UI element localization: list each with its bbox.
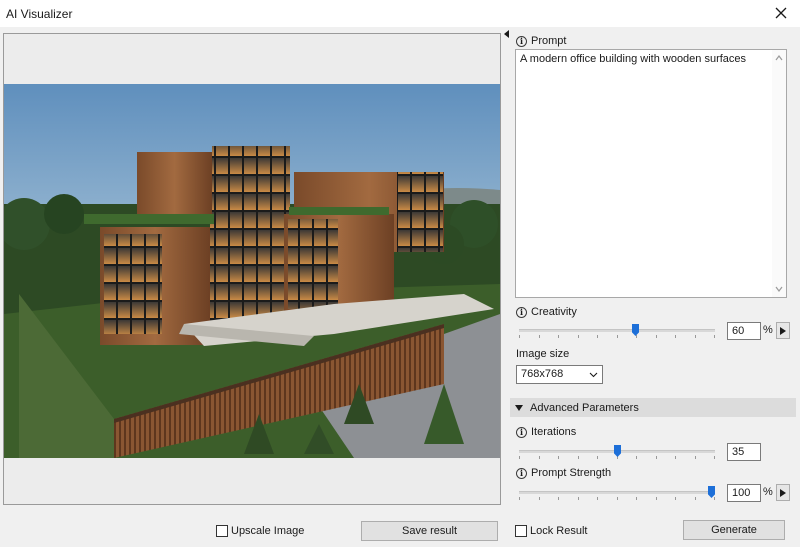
- upscale-image-label: Upscale Image: [231, 525, 305, 537]
- slider-tick: [617, 335, 618, 338]
- slider-tick: [539, 335, 540, 338]
- play-right-icon: [780, 488, 786, 497]
- slider-tick: [695, 497, 696, 500]
- rendered-image: [4, 84, 500, 458]
- slider-tick: [695, 456, 696, 459]
- iterations-label-row: i Iterations: [516, 426, 576, 438]
- slider-tick: [656, 335, 657, 338]
- slider-ticks: [519, 456, 715, 460]
- prompt-label: Prompt: [531, 35, 567, 47]
- slider-tick: [539, 456, 540, 459]
- prompt-strength-slider[interactable]: [519, 484, 715, 502]
- image-size-select[interactable]: 768x768: [516, 365, 603, 384]
- slider-tick: [714, 497, 715, 500]
- save-result-label: Save result: [401, 525, 458, 537]
- slider-tick: [695, 335, 696, 338]
- slider-tick: [714, 456, 715, 459]
- play-right-icon: [780, 326, 786, 335]
- creativity-input[interactable]: 60: [727, 322, 761, 340]
- iterations-label: Iterations: [531, 426, 577, 438]
- info-icon[interactable]: i: [516, 306, 527, 318]
- prompt-textarea[interactable]: A modern office building with wooden sur…: [515, 49, 787, 298]
- slider-tick: [636, 456, 637, 459]
- slider-tick: [656, 497, 657, 500]
- info-icon[interactable]: i: [516, 467, 527, 479]
- slider-tick: [675, 456, 676, 459]
- image-size-label: Image size: [516, 348, 570, 360]
- slider-tick: [578, 497, 579, 500]
- slider-tick: [617, 497, 618, 500]
- slider-tick: [636, 497, 637, 500]
- lock-result-checkbox[interactable]: [515, 525, 527, 537]
- slider-tick: [636, 335, 637, 338]
- generate-label: Generate: [711, 524, 757, 536]
- iterations-slider[interactable]: [519, 443, 715, 461]
- lock-result-label: Lock Result: [530, 525, 588, 537]
- slider-tick: [558, 497, 559, 500]
- slider-track: [519, 491, 715, 494]
- title-bar: AI Visualizer: [0, 0, 800, 27]
- slider-tick: [519, 497, 520, 500]
- creativity-step-button[interactable]: [776, 322, 790, 339]
- chevron-up-icon[interactable]: [775, 54, 783, 62]
- close-button[interactable]: [768, 2, 794, 24]
- info-icon[interactable]: i: [516, 426, 527, 438]
- close-icon: [775, 7, 787, 19]
- upscale-image-option[interactable]: Upscale Image: [216, 525, 304, 537]
- slider-tick: [578, 456, 579, 459]
- save-result-button[interactable]: Save result: [361, 521, 498, 541]
- prompt-strength-input[interactable]: 100: [727, 484, 761, 502]
- slider-ticks: [519, 335, 715, 339]
- slider-tick: [675, 335, 676, 338]
- chevron-down-icon: [589, 372, 598, 378]
- prompt-scrollbar[interactable]: [772, 50, 786, 297]
- upscale-image-checkbox[interactable]: [216, 525, 228, 537]
- prompt-strength-label: Prompt Strength: [531, 467, 612, 479]
- slider-tick: [558, 335, 559, 338]
- iterations-input[interactable]: 35: [727, 443, 761, 461]
- prompt-strength-value: 100: [732, 487, 751, 499]
- expand-triangle-icon: [515, 404, 523, 411]
- prompt-label-row: i Prompt: [516, 35, 566, 47]
- slider-tick: [675, 497, 676, 500]
- window-title: AI Visualizer: [6, 7, 73, 21]
- creativity-unit: %: [763, 324, 773, 336]
- prompt-text: A modern office building with wooden sur…: [520, 53, 747, 65]
- slider-tick: [539, 497, 540, 500]
- iterations-value: 35: [732, 446, 745, 458]
- advanced-parameters-header[interactable]: Advanced Parameters: [510, 398, 796, 417]
- slider-track: [519, 329, 715, 332]
- slider-tick: [519, 335, 520, 338]
- slider-ticks: [519, 497, 715, 501]
- collapse-panel-icon[interactable]: [503, 30, 511, 38]
- prompt-strength-label-row: i Prompt Strength: [516, 467, 611, 479]
- prompt-strength-step-button[interactable]: [776, 484, 790, 501]
- creativity-label-row: i Creativity: [516, 306, 577, 318]
- slider-tick: [519, 456, 520, 459]
- creativity-label: Creativity: [531, 306, 577, 318]
- slider-tick: [714, 335, 715, 338]
- preview-pane: [3, 33, 501, 505]
- slider-tick: [578, 335, 579, 338]
- lock-result-option[interactable]: Lock Result: [515, 525, 587, 537]
- slider-tick: [597, 497, 598, 500]
- chevron-down-icon[interactable]: [775, 285, 783, 293]
- prompt-strength-unit: %: [763, 486, 773, 498]
- generate-button[interactable]: Generate: [683, 520, 785, 540]
- image-size-value: 768x768: [521, 368, 564, 380]
- slider-tick: [656, 456, 657, 459]
- creativity-value: 60: [732, 325, 745, 337]
- slider-tick: [597, 456, 598, 459]
- slider-tick: [597, 335, 598, 338]
- creativity-slider[interactable]: [519, 322, 715, 340]
- info-icon[interactable]: i: [516, 35, 527, 47]
- advanced-parameters-label: Advanced Parameters: [530, 401, 639, 414]
- slider-tick: [558, 456, 559, 459]
